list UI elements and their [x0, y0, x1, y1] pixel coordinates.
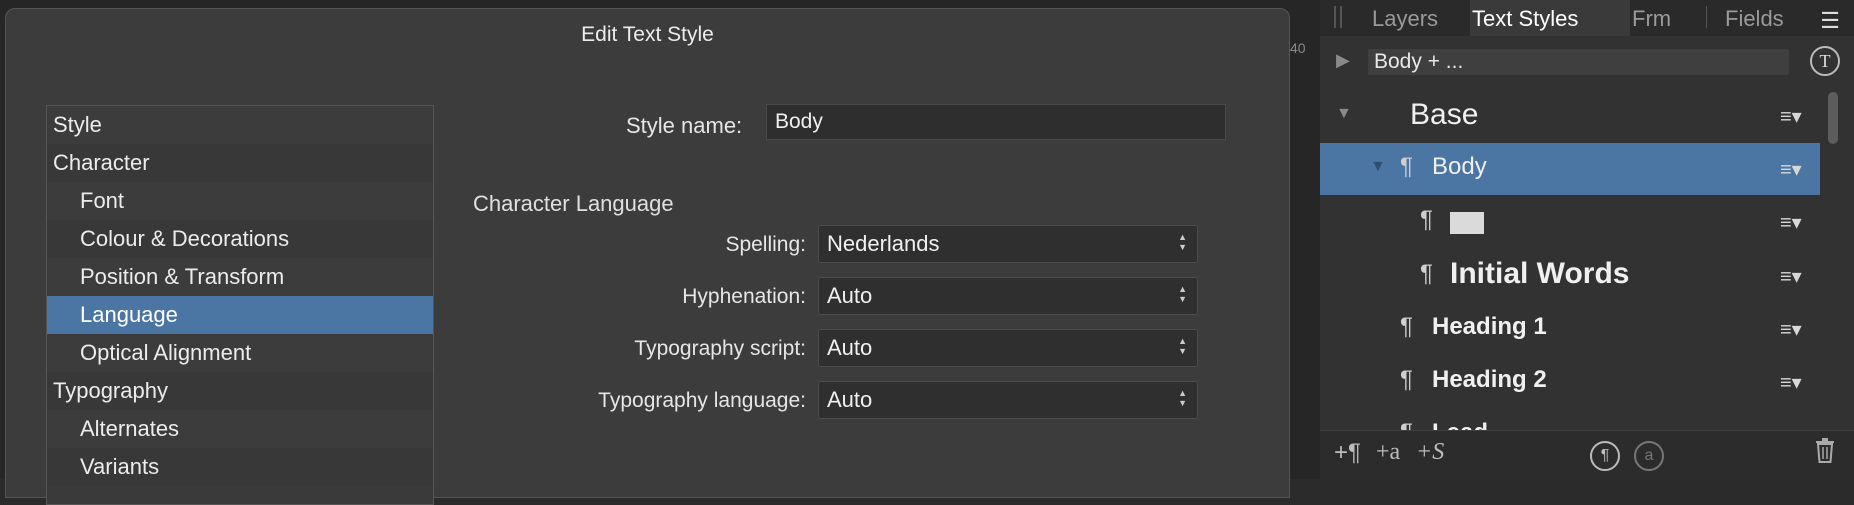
hyphenation-select[interactable]: Auto ▲ ▼	[818, 277, 1198, 315]
category-font[interactable]: Font	[47, 182, 433, 220]
collapse-triangle-icon[interactable]: ▼	[1370, 158, 1386, 176]
category-language[interactable]: Language	[47, 296, 433, 334]
category-list: Style Character Font Colour & Decoration…	[46, 105, 434, 505]
row-menu-icon[interactable]: ≡▾	[1780, 104, 1802, 129]
style-name: Lead	[1432, 419, 1488, 430]
collapse-triangle-icon[interactable]: ▼	[1336, 105, 1352, 123]
typography-script-value: Auto	[827, 335, 873, 360]
style-name: Heading 1	[1432, 313, 1547, 340]
style-name-label: Style name:	[626, 113, 743, 138]
new-character-style-icon[interactable]: +a	[1376, 439, 1400, 466]
panel-menu-icon[interactable]: ☰	[1820, 8, 1840, 34]
category-alternates[interactable]: Alternates	[47, 410, 433, 448]
category-position-transform[interactable]: Position & Transform	[47, 258, 433, 296]
typography-script-label: Typography script:	[634, 337, 806, 360]
stepper-arrows-icon: ▲ ▼	[1178, 232, 1187, 252]
style-selector-row: ▶ Body + ... T	[1320, 42, 1854, 82]
paragraph-style-icon: ¶	[1400, 313, 1413, 340]
paragraph-style-icon: ¶	[1420, 206, 1433, 233]
typography-language-value: Auto	[827, 387, 873, 412]
hyphenation-label: Hyphenation:	[682, 285, 806, 308]
paragraph-styles-filter-icon[interactable]: ¶	[1590, 441, 1620, 471]
edit-text-style-dialog: Edit Text Style Style Character Font Col…	[5, 8, 1290, 505]
category-typography[interactable]: Typography	[47, 372, 433, 410]
typography-script-select[interactable]: Auto ▲ ▼	[818, 329, 1198, 367]
spelling-label: Spelling:	[725, 233, 806, 256]
spelling-value: Nederlands	[827, 231, 940, 256]
hyphenation-value: Auto	[827, 283, 873, 308]
style-name: Base	[1410, 98, 1479, 131]
tab-layers[interactable]: Layers	[1372, 6, 1438, 32]
row-menu-icon[interactable]: ≡▾	[1780, 264, 1802, 289]
style-name: Body	[1432, 153, 1487, 180]
paragraph-style-icon: ¶	[1420, 260, 1433, 287]
style-row-heading-2[interactable]: ¶ Heading 2 ≡▾	[1320, 356, 1820, 408]
row-menu-icon[interactable]: ≡▾	[1780, 317, 1802, 342]
tab-text-styles[interactable]: Text Styles	[1472, 6, 1578, 32]
text-styles-panel: Layers Text Styles Frm Fields ☰ ▶ Body +…	[1320, 0, 1854, 480]
panel-scrollbar[interactable]	[1828, 92, 1838, 144]
dialog-title: Edit Text Style	[581, 23, 714, 46]
panel-grip-icon[interactable]	[1334, 6, 1342, 28]
category-variants[interactable]: Variants	[47, 448, 433, 486]
style-row-heading-1[interactable]: ¶ Heading 1 ≡▾	[1320, 303, 1820, 355]
paragraph-style-icon: ¶	[1400, 366, 1413, 393]
expand-triangle-icon[interactable]: ▶	[1336, 50, 1350, 71]
panel-bottom-toolbar: +¶ +a +S ¶ a	[1320, 430, 1854, 480]
text-style-options-icon[interactable]: T	[1810, 46, 1840, 76]
paragraph-style-icon: ¶	[1400, 153, 1413, 180]
style-name-swatch	[1450, 212, 1484, 234]
category-optical-alignment[interactable]: Optical Alignment	[47, 334, 433, 372]
typography-language-select[interactable]: Auto ▲ ▼	[818, 381, 1198, 419]
stepper-arrows-icon: ▲ ▼	[1178, 336, 1187, 356]
row-menu-icon[interactable]: ≡▾	[1780, 370, 1802, 395]
trash-icon[interactable]	[1814, 437, 1836, 470]
new-paragraph-style-icon[interactable]: +¶	[1334, 439, 1361, 467]
ruler-number: 40	[1290, 40, 1306, 56]
panel-tabbar: Layers Text Styles Frm Fields ☰	[1320, 0, 1854, 36]
style-name: Initial Words	[1450, 257, 1630, 290]
stepper-arrows-icon: ▲ ▼	[1178, 284, 1187, 304]
stepper-arrows-icon: ▲ ▼	[1178, 388, 1187, 408]
category-colour-decorations[interactable]: Colour & Decorations	[47, 220, 433, 258]
current-style-field[interactable]: Body + ...	[1368, 49, 1789, 75]
character-styles-filter-icon[interactable]: a	[1634, 441, 1664, 471]
row-menu-icon[interactable]: ≡▾	[1780, 157, 1802, 182]
style-name: Heading 2	[1432, 366, 1547, 393]
new-group-style-icon[interactable]: +S	[1416, 439, 1444, 466]
paragraph-style-icon: ¶	[1400, 419, 1413, 430]
style-row-initial-words[interactable]: ¶ Initial Words ≡▾	[1320, 250, 1820, 302]
style-row-lead[interactable]: ¶ Lead	[1320, 409, 1820, 430]
category-style[interactable]: Style	[47, 106, 433, 144]
typography-language-label: Typography language:	[598, 389, 806, 412]
style-row-body[interactable]: ▼ ¶ Body ≡▾	[1320, 143, 1820, 195]
row-menu-icon[interactable]: ≡▾	[1780, 210, 1802, 235]
tab-fields[interactable]: Fields	[1725, 6, 1784, 32]
tab-frm[interactable]: Frm	[1632, 6, 1671, 32]
style-row-base[interactable]: ▼ Base ≡▾	[1320, 90, 1820, 142]
style-name-input[interactable]: Body	[766, 104, 1226, 140]
style-row-unnamed[interactable]: ¶ ≡▾	[1320, 196, 1820, 248]
spelling-select[interactable]: Nederlands ▲ ▼	[818, 225, 1198, 263]
section-heading: Character Language	[473, 191, 674, 216]
category-character[interactable]: Character	[47, 144, 433, 182]
